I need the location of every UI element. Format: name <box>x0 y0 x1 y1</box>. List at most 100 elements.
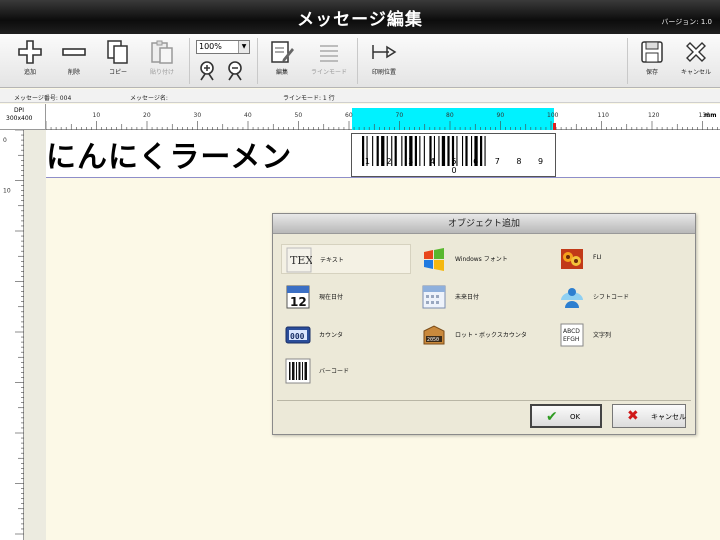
ruler-tick-label: 40 <box>244 112 252 119</box>
ruler-tick-label: 60 <box>345 112 353 119</box>
ruler-tick-label: 80 <box>446 112 454 119</box>
ruler-tick-label: 30 <box>194 112 202 119</box>
ok-button[interactable]: ✔ OK <box>530 404 602 428</box>
message-name: メッセージ名: <box>130 95 168 102</box>
object-shift-code[interactable]: シフトコード <box>555 282 685 312</box>
object-windows-font[interactable]: Windows フォント <box>417 244 547 274</box>
object-barcode[interactable]: バーコード <box>281 356 411 386</box>
object-lot-box-counter[interactable]: 2050 ロット・ボックスカウンタ <box>417 320 547 350</box>
print-position-arrow-icon <box>372 45 397 59</box>
object-label: 文字列 <box>593 332 612 339</box>
object-label: ロット・ボックスカウンタ <box>455 332 527 339</box>
window-title: メッセージ編集 <box>297 10 423 30</box>
object-string[interactable]: ABCD EFGH 文字列 <box>555 320 685 350</box>
add-button[interactable]: 追加 <box>10 37 50 85</box>
svg-text:12: 12 <box>290 295 307 309</box>
object-label: FLI <box>593 254 602 261</box>
object-fli[interactable]: FLI <box>555 244 685 274</box>
cancel-label: キャンセル <box>680 69 711 76</box>
shift-person-icon <box>561 288 583 308</box>
paste-button[interactable]: 貼り付け <box>142 37 182 85</box>
copy-icon <box>107 40 128 64</box>
vertical-ruler: 0 10 <box>0 129 24 540</box>
svg-text:ABCD: ABCD <box>563 328 580 335</box>
windows-font-icon <box>424 248 444 271</box>
edit-label: 編集 <box>275 69 288 76</box>
ruler-tick-label: 0 <box>3 137 7 144</box>
print-position-button[interactable]: 印刷位置 <box>362 37 406 85</box>
chevron-down-icon: ▼ <box>238 41 249 53</box>
cancel-button[interactable]: ✖ キャンセル <box>612 404 686 428</box>
object-current-date[interactable]: 12 現在日付 <box>281 282 411 312</box>
print-position-label: 印刷位置 <box>371 69 396 76</box>
ruler-tick-label: 100 <box>547 112 559 119</box>
barcode-digits: 1 2 3 4 5 6 7 8 9 0 <box>364 157 551 175</box>
barcode-object[interactable]: 1 2 3 4 5 6 7 8 9 0 <box>351 133 556 177</box>
dialog-title: オブジェクト追加 <box>273 214 695 234</box>
zoom-value: 100% <box>199 42 222 51</box>
dpi-value: 300x400 <box>6 115 33 122</box>
ruler-tick-label: 10 <box>93 112 101 119</box>
object-counter[interactable]: 000 カウンタ <box>281 320 411 350</box>
toolbar-separator <box>357 38 358 84</box>
edit-button[interactable]: 編集 <box>262 37 302 85</box>
add-object-dialog: オブジェクト追加 TEX テキスト Windows フォント FLI 12 現在… <box>272 213 696 435</box>
horizontal-ruler-ticks: 10 20 30 40 50 60 70 80 90 100 110 120 130mm <box>46 112 718 130</box>
version-label: バージョン: 1.0 <box>661 18 712 26</box>
cancel-toolbar-button[interactable]: キャンセル <box>674 37 718 85</box>
object-future-date[interactable]: 未来日付 <box>417 282 547 312</box>
copy-label: コピー <box>108 69 127 76</box>
delete-label: 削除 <box>67 69 80 76</box>
object-text[interactable]: TEX テキスト <box>281 244 411 274</box>
string-icon: ABCD EFGH <box>560 323 584 347</box>
counter-icon: 000 <box>285 326 311 344</box>
line-mode-icon <box>320 45 338 62</box>
ruler-tick-label: 20 <box>143 112 151 119</box>
canvas-margin <box>24 130 46 540</box>
ruler-tick-label: 70 <box>396 112 404 119</box>
line-mode-label: ラインモード <box>310 69 347 76</box>
minus-icon <box>62 48 86 56</box>
save-button[interactable]: 保存 <box>632 37 672 85</box>
zoom-in-icon[interactable] <box>197 60 217 82</box>
line-mode-info: ラインモード: 1 行 <box>283 95 335 102</box>
toolbar: 追加 削除 コピー 貼り付け 編集 ラインモード 印刷位置 保存 キャンセル <box>0 34 720 88</box>
line-mode-button[interactable]: ラインモード <box>306 37 352 85</box>
calendar-icon: 12 <box>286 285 310 309</box>
future-calendar-icon <box>422 285 446 309</box>
svg-text:000: 000 <box>290 332 305 341</box>
ruler-unit-label: mm <box>704 112 717 119</box>
print-area: にんにくラーメン 1 2 3 4 5 6 7 8 9 0 <box>46 130 720 178</box>
object-label: 現在日付 <box>319 294 344 301</box>
paste-label: 貼り付け <box>149 69 174 76</box>
object-label: 未来日付 <box>455 294 480 301</box>
delete-button[interactable]: 削除 <box>54 37 94 85</box>
copy-button[interactable]: コピー <box>98 37 138 85</box>
close-icon: ✖ <box>627 408 639 424</box>
object-label: カウンタ <box>319 332 344 339</box>
save-label: 保存 <box>645 69 658 76</box>
add-label: 追加 <box>23 69 36 76</box>
object-label: Windows フォント <box>455 256 508 263</box>
ruler-tick-label: 90 <box>497 112 505 119</box>
ok-label: OK <box>570 413 581 421</box>
barcode-icon <box>285 358 311 384</box>
check-icon: ✔ <box>546 409 558 425</box>
cancel-label: キャンセル <box>651 413 686 421</box>
object-label: テキスト <box>320 257 344 264</box>
object-label: バーコード <box>319 368 350 375</box>
dialog-divider <box>277 400 691 401</box>
plus-icon <box>18 40 42 64</box>
paste-icon <box>151 40 173 64</box>
message-number: メッセージ番号: 004 <box>14 95 72 102</box>
edit-note-icon <box>271 41 294 63</box>
ruler-corner: DPI 300x400 <box>0 104 46 130</box>
vertical-ruler-ticks: 0 10 <box>3 129 24 535</box>
ruler-tick-label: 120 <box>648 112 660 119</box>
ruler-tick-label: 10 <box>3 188 11 195</box>
svg-text:2050: 2050 <box>427 337 439 343</box>
zoom-select[interactable]: 100% ▼ <box>196 40 250 54</box>
message-text-object[interactable]: にんにくラーメン <box>46 132 292 176</box>
title-bar: メッセージ編集 バージョン: 1.0 <box>0 0 720 34</box>
zoom-out-icon[interactable] <box>225 60 245 82</box>
